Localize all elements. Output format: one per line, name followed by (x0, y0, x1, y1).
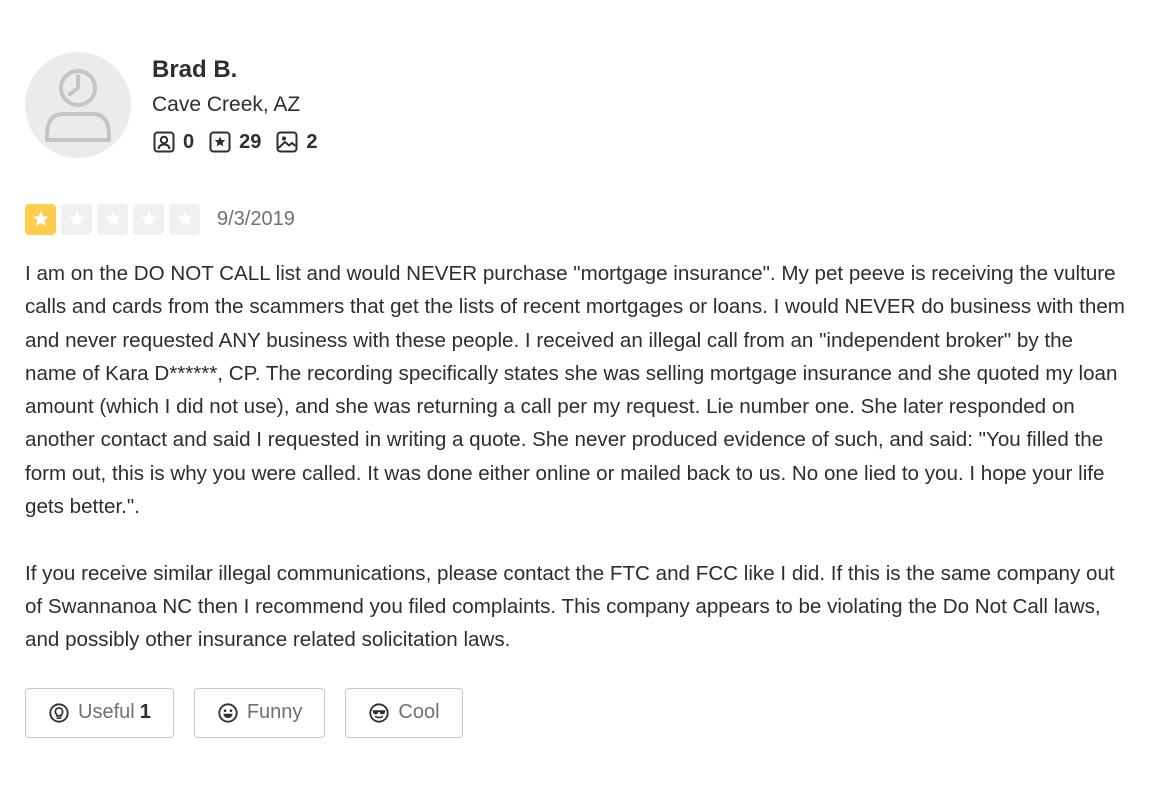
funny-button[interactable]: Funny (193, 687, 326, 738)
review-text: I am on the DO NOT CALL list and would N… (25, 257, 1125, 657)
photos-count: 2 (306, 130, 318, 153)
star-icon (104, 211, 121, 226)
review-star-icon (209, 131, 231, 153)
photo-icon (276, 131, 298, 153)
star-empty (169, 203, 200, 235)
friends-count: 0 (183, 130, 195, 153)
rating-row: 9/3/2019 (25, 202, 1125, 236)
reviews-count: 29 (239, 130, 262, 153)
friends-stat: 0 (152, 130, 194, 154)
cool-label: Cool (398, 701, 440, 724)
review-card: Brad B. Cave Creek, AZ 0 29 2 9/3/2019 I… (25, 52, 1125, 738)
user-passport: Brad B. Cave Creek, AZ 0 29 2 (25, 52, 1125, 158)
star-icon (68, 211, 85, 226)
useful-button[interactable]: Useful 1 (25, 687, 174, 738)
friends-icon (153, 131, 175, 153)
useful-count: 1 (139, 701, 151, 724)
funny-label: Funny (246, 701, 303, 724)
avatar[interactable] (25, 52, 131, 158)
star-rating (25, 203, 205, 235)
photos-stat: 2 (275, 130, 318, 154)
cool-button[interactable]: Cool (345, 687, 463, 738)
review-paragraph: I am on the DO NOT CALL list and would N… (25, 262, 1125, 519)
user-location: Cave Creek, AZ (152, 93, 301, 116)
default-avatar-icon (45, 69, 111, 142)
reaction-buttons: Useful 1 Funny Cool (25, 687, 1125, 738)
useful-label: Useful (78, 701, 135, 724)
star-filled (25, 203, 56, 235)
review-date: 9/3/2019 (217, 207, 295, 230)
smiley-icon (218, 702, 238, 723)
star-empty (133, 203, 164, 235)
review-paragraph: If you receive similar illegal communica… (25, 561, 1115, 652)
sunglasses-icon (369, 702, 390, 723)
star-icon (32, 211, 49, 226)
star-icon (176, 211, 193, 226)
lightbulb-icon (49, 702, 69, 723)
user-name[interactable]: Brad B. (152, 55, 332, 85)
star-icon (140, 211, 157, 226)
star-empty (61, 203, 92, 235)
user-stats: 0 29 2 (152, 130, 332, 154)
reviews-stat: 29 (208, 130, 261, 154)
star-empty (97, 203, 128, 235)
